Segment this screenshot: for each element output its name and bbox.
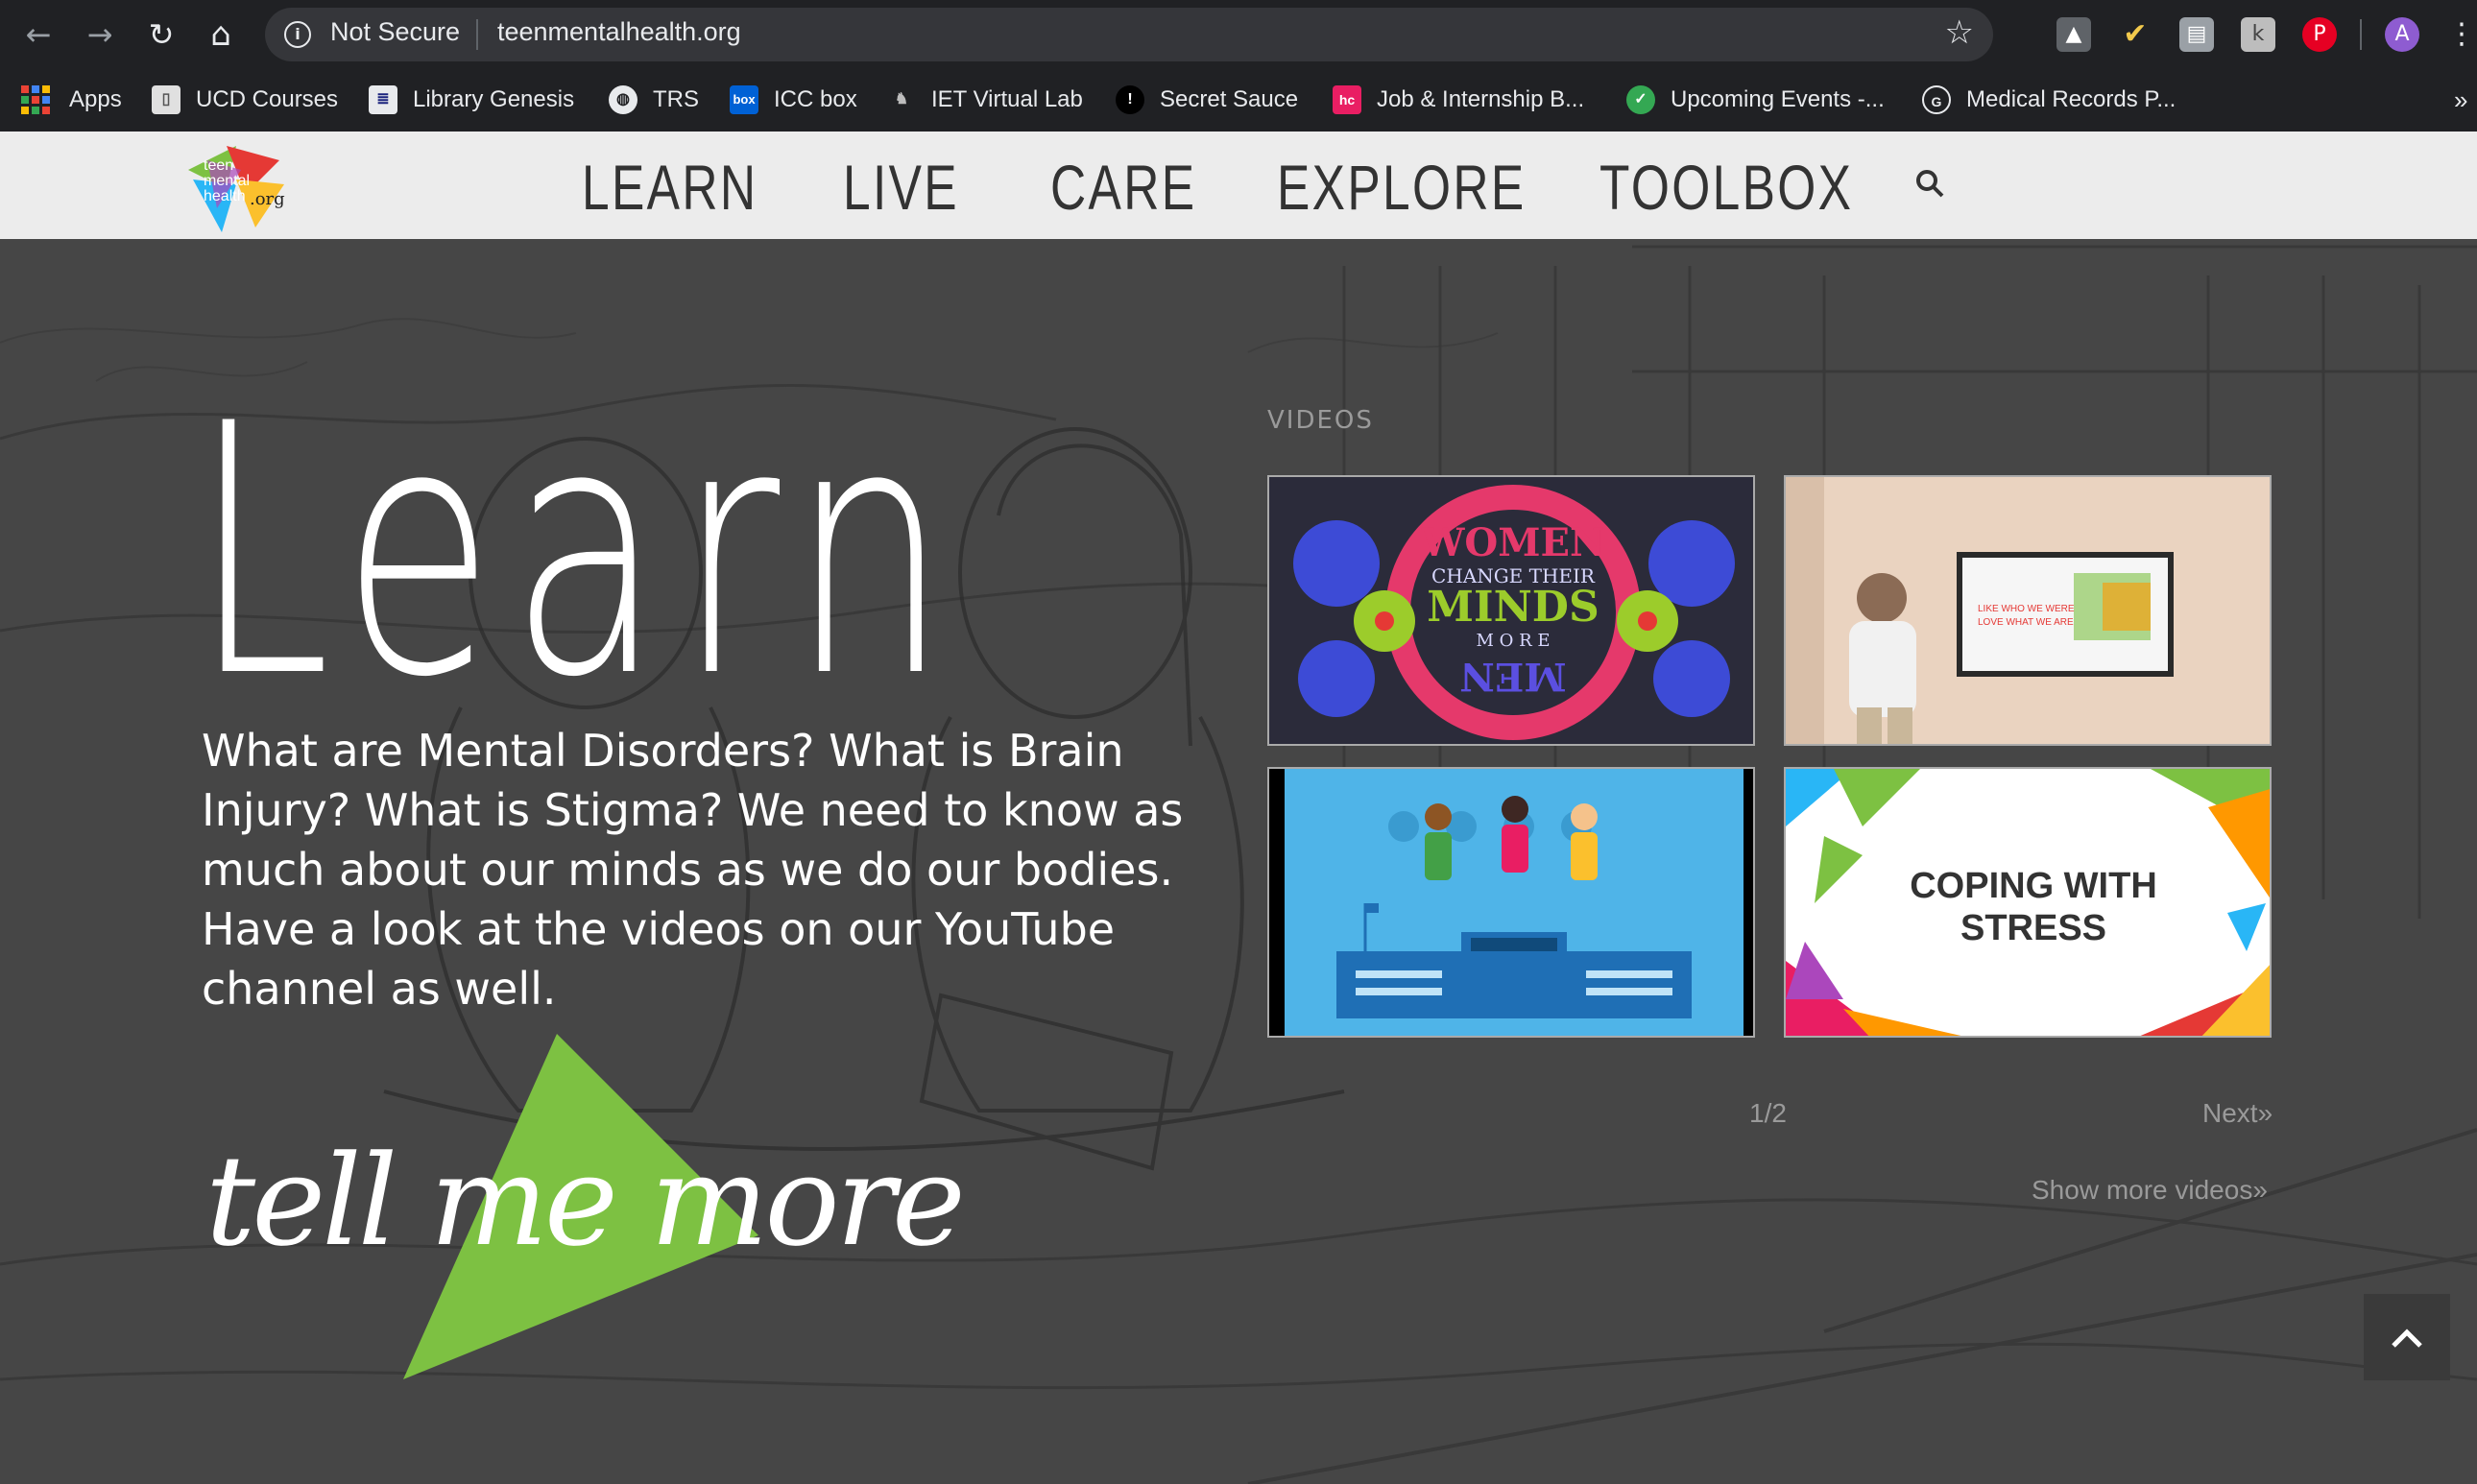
search-icon[interactable] (1914, 168, 1945, 199)
events-icon: ✓ (1626, 85, 1655, 114)
bookmark-label: IET Virtual Lab (931, 86, 1083, 112)
bookmark-secret-sauce[interactable]: ! Secret Sauce (1116, 81, 1298, 119)
logo-text-org: .org (250, 189, 285, 209)
video-thumbnail-school[interactable] (1267, 767, 1755, 1038)
browser-chrome: ← → ↻ ⌂ i Not Secure teenmentalhealth.or… (0, 0, 2477, 132)
tell-me-more-link[interactable]: tell me more (205, 1128, 966, 1274)
bookmark-label: Apps (69, 86, 122, 112)
video-thumbnail-image: WOMEN CHANGE THEIR MINDS M O R E MEN (1269, 477, 1753, 744)
video-thumbnail-women-minds[interactable]: WOMEN CHANGE THEIR MINDS M O R E MEN (1267, 475, 1755, 746)
bookmark-label: ICC box (774, 86, 857, 112)
globe-icon: ◍ (609, 85, 637, 114)
video-thumbnail-presenter[interactable]: LIKE WHO WE WERE LOVE WHAT WE ARE (1784, 475, 2272, 746)
videos-label: VIDEOS (1267, 406, 1374, 435)
bookmark-apps[interactable]: Apps (21, 81, 122, 119)
url-text[interactable]: teenmentalhealth.org (497, 17, 741, 47)
bookmarks-bar: Apps ▯ UCD Courses ≣ Library Genesis ◍ T… (0, 69, 2477, 132)
menu-dots-icon[interactable]: ⋮ (2444, 17, 2477, 52)
bookmark-label: Library Genesis (413, 86, 575, 112)
k-extension-icon[interactable]: k (2241, 17, 2275, 52)
apps-grid-icon (21, 85, 50, 114)
profile-avatar[interactable]: A (2385, 17, 2419, 52)
book-icon: ▯ (152, 85, 180, 114)
bookmark-library-genesis[interactable]: ≣ Library Genesis (369, 81, 574, 119)
sauce-icon: ! (1116, 85, 1144, 114)
bookmark-label: Medical Records P... (1966, 86, 2176, 112)
bookmarks-overflow-icon[interactable]: » (2454, 81, 2467, 119)
handshake-icon: hc (1333, 85, 1361, 114)
hero-description: What are Mental Disorders? What is Brain… (202, 725, 1184, 1015)
thumb1-line1: WOMEN (1420, 520, 1604, 565)
nav-learn[interactable]: LEARN (582, 151, 758, 224)
logo-text-mental: mental (204, 173, 250, 189)
pinterest-icon[interactable]: P (2302, 17, 2337, 52)
thumb4-line2: STRESS (1960, 908, 2106, 948)
video-thumbnail-image: LIKE WHO WE WERE LOVE WHAT WE ARE (1786, 477, 2270, 744)
browser-toolbar: ← → ↻ ⌂ i Not Secure teenmentalhealth.or… (0, 0, 2477, 69)
address-bar[interactable]: i Not Secure teenmentalhealth.org ☆ (265, 8, 1993, 61)
home-icon[interactable]: ⌂ (202, 15, 240, 54)
horse-icon: ♞ (894, 91, 909, 108)
bookmark-ucd-courses[interactable]: ▯ UCD Courses (152, 81, 338, 119)
thumb1-line4: M O R E (1476, 631, 1550, 651)
nav-live[interactable]: LIVE (843, 151, 959, 224)
bookmark-label: TRS (653, 86, 699, 112)
bookmark-label: Upcoming Events -... (1671, 86, 1885, 112)
back-to-top-button[interactable] (2364, 1294, 2450, 1380)
box-icon: box (730, 85, 758, 114)
bookmark-iet-virtual-lab[interactable]: ♞ IET Virtual Lab (887, 81, 1083, 119)
next-videos-link[interactable]: Next» (2202, 1098, 2273, 1129)
thumb2-screen-line2: LOVE WHAT WE ARE (1978, 617, 2074, 628)
video-thumbnail-coping-stress[interactable]: COPING WITH STRESS (1784, 767, 2272, 1038)
chevron-up-icon (2392, 1328, 2422, 1348)
bookmark-job-internship[interactable]: hc Job & Internship B... (1333, 81, 1584, 119)
site-header: teen mental health .org LEARN LIVE CARE … (0, 132, 2477, 239)
bookmark-label: UCD Courses (196, 86, 339, 112)
webpage: teen mental health .org LEARN LIVE CARE … (0, 132, 2477, 1484)
logo-text-health: health (204, 188, 246, 204)
show-more-videos-link[interactable]: Show more videos» (2032, 1175, 2268, 1206)
logo-text-teen: teen (204, 157, 233, 174)
info-icon[interactable]: i (284, 21, 311, 48)
video-thumbnail-image (1269, 769, 1753, 1036)
forward-icon[interactable]: → (81, 15, 119, 54)
thumb4-line1: COPING WITH (1910, 866, 2157, 906)
toolbar-separator (2360, 19, 2362, 50)
reload-icon[interactable]: ↻ (142, 15, 180, 54)
nav-toolbox[interactable]: TOOLBOX (1599, 151, 1853, 224)
back-icon[interactable]: ← (19, 15, 58, 54)
bookmark-label: Secret Sauce (1160, 86, 1299, 112)
nav-explore[interactable]: EXPLORE (1277, 151, 1527, 224)
bookmark-star-icon[interactable]: ☆ (1945, 13, 1974, 52)
site-logo[interactable]: teen mental health .org (179, 141, 294, 237)
bookmark-medical-records[interactable]: G Medical Records P... (1922, 81, 2176, 119)
library-icon: ≣ (369, 85, 397, 114)
nav-care[interactable]: CARE (1050, 151, 1196, 224)
thumb1-line5: MEN (1459, 654, 1566, 699)
thumb1-line3: MINDS (1427, 583, 1599, 632)
bookmark-upcoming-events[interactable]: ✓ Upcoming Events -... (1626, 81, 1885, 119)
address-separator (476, 19, 478, 50)
medical-icon: G (1922, 85, 1951, 114)
security-label: Not Secure (330, 17, 461, 46)
video-page-indicator: 1/2 (1749, 1098, 1787, 1128)
check-extension-icon[interactable]: ✔ (2118, 17, 2152, 52)
bookmark-label: Job & Internship B... (1377, 86, 1585, 112)
bookmark-icc-box[interactable]: box ICC box (730, 81, 857, 119)
hero-title: Learn (192, 350, 964, 753)
drive-extension-icon[interactable]: ▲ (2056, 17, 2091, 52)
bookmark-trs[interactable]: ◍ TRS (609, 81, 699, 119)
thumb2-screen-line1: LIKE WHO WE WERE (1978, 604, 2075, 614)
video-thumbnail-image: COPING WITH STRESS (1786, 769, 2270, 1036)
window-extension-icon[interactable]: ▤ (2179, 17, 2214, 52)
